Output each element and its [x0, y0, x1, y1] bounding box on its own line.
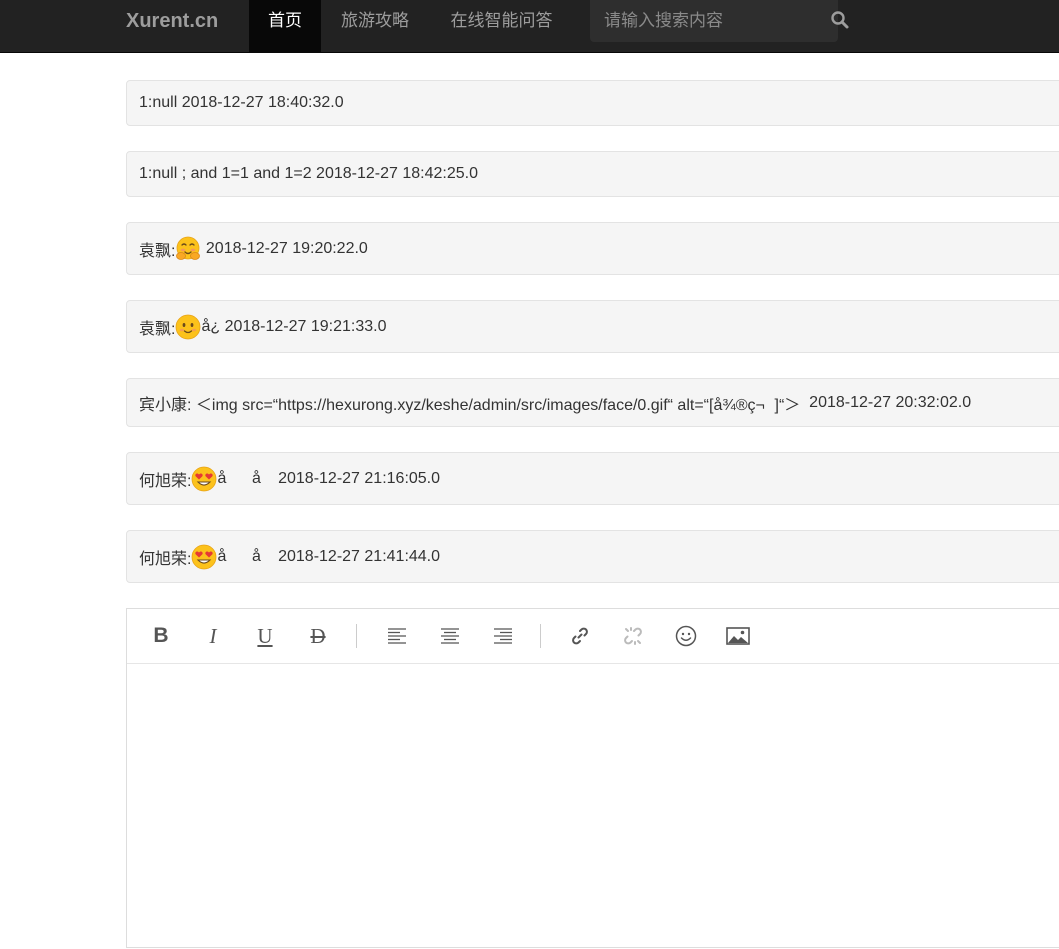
- comment-text: null ; and 1=1 and 1=2: [152, 165, 312, 182]
- comment-author: 袁飘:: [139, 242, 176, 260]
- align-right-icon: [494, 628, 512, 644]
- comment-timestamp: 2018-12-27 19:21:33.0: [224, 317, 387, 335]
- link-icon: [572, 627, 588, 645]
- heart-eyes-emoji-icon: [192, 466, 217, 491]
- comment-author: 袁飘:: [139, 320, 176, 338]
- comment-editor: B I U D: [126, 608, 1059, 948]
- comment-item: 袁飘: 2018-12-27 19:20:22.0: [126, 222, 1059, 275]
- comment-author: 何旭荣:: [139, 550, 192, 568]
- editor-toolbar: B I U D: [127, 609, 1059, 664]
- slight-smile-emoji-icon: [176, 314, 201, 339]
- nav-item-home[interactable]: 首页: [249, 0, 321, 53]
- comment-text: åå­: [217, 548, 274, 565]
- comment-text: null: [152, 94, 178, 111]
- toolbar-divider: [356, 624, 357, 648]
- comment-text: åå­: [217, 470, 274, 487]
- comment-timestamp: 2018-12-27 18:40:32.0: [181, 94, 344, 111]
- align-left-icon: [388, 628, 406, 644]
- comment-timestamp: 2018-12-27 20:32:02.0: [809, 393, 972, 411]
- comment-item: 何旭荣: åå­ 2018-12-27 21:41:44.0: [126, 530, 1059, 583]
- italic-button[interactable]: I: [199, 622, 227, 650]
- nav-item-online-qa[interactable]: 在线智能问答: [429, 0, 574, 53]
- comment-item: 1: null 2018-12-27 18:40:32.0: [126, 80, 1059, 126]
- italic-icon: I: [209, 623, 217, 648]
- search-input[interactable]: [590, 0, 838, 42]
- comment-timestamp: 2018-12-27 21:41:44.0: [278, 547, 441, 565]
- underline-button[interactable]: U: [251, 622, 279, 650]
- comment-timestamp: 2018-12-27 21:16:05.0: [278, 469, 441, 487]
- toolbar-divider: [540, 624, 541, 648]
- editor-text-area[interactable]: [127, 664, 1059, 949]
- align-left-button[interactable]: [383, 622, 411, 650]
- emoji-button[interactable]: [672, 622, 700, 650]
- insert-link-button[interactable]: [566, 622, 594, 650]
- unlink-button[interactable]: [619, 622, 647, 650]
- comment-item: 宾小康: ＜img src=“https://hexurong.xyz/kesh…: [126, 378, 1059, 427]
- top-navbar: Xurent.cn 首页 旅游攻略 在线智能问答: [0, 0, 1059, 53]
- comment-text: ＜img src=“https://hexurong.xyz/keshe/adm…: [195, 396, 801, 414]
- underline-icon: U: [257, 623, 273, 648]
- image-icon: [726, 627, 750, 645]
- unlink-icon: [624, 627, 642, 645]
- comment-item: 1: null ; and 1=1 and 1=2 2018-12-27 18:4…: [126, 151, 1059, 197]
- bold-icon: B: [153, 624, 169, 647]
- comment-author: 宾小康:: [139, 396, 192, 414]
- insert-image-button[interactable]: [724, 622, 752, 650]
- comment-item: 袁飘: å­¿ 2018-12-27 19:21:33.0: [126, 300, 1059, 353]
- strikethrough-button[interactable]: D: [304, 622, 332, 650]
- strikethrough-icon: D: [310, 623, 326, 648]
- comment-author: 1:: [139, 94, 153, 111]
- comment-text: å­¿: [201, 317, 221, 335]
- comment-author: 何旭荣:: [139, 472, 192, 490]
- search-icon[interactable]: [830, 10, 850, 30]
- comment-timestamp: 2018-12-27 18:42:25.0: [316, 165, 478, 182]
- align-center-button[interactable]: [436, 622, 464, 650]
- brand-logo[interactable]: Xurent.cn: [126, 0, 218, 53]
- align-center-icon: [441, 628, 459, 644]
- bold-button[interactable]: B: [147, 622, 175, 650]
- comment-author: 1:: [139, 165, 153, 182]
- blushing-hands-emoji-icon: [176, 236, 201, 260]
- align-right-button[interactable]: [489, 622, 517, 650]
- heart-eyes-emoji-icon: [192, 544, 217, 569]
- smiley-icon: [675, 625, 697, 647]
- nav-item-travel-guide[interactable]: 旅游攻略: [321, 0, 429, 53]
- comment-item: 何旭荣: åå­ 2018-12-27 21:16:05.0: [126, 452, 1059, 505]
- comment-timestamp: 2018-12-27 19:20:22.0: [205, 239, 368, 257]
